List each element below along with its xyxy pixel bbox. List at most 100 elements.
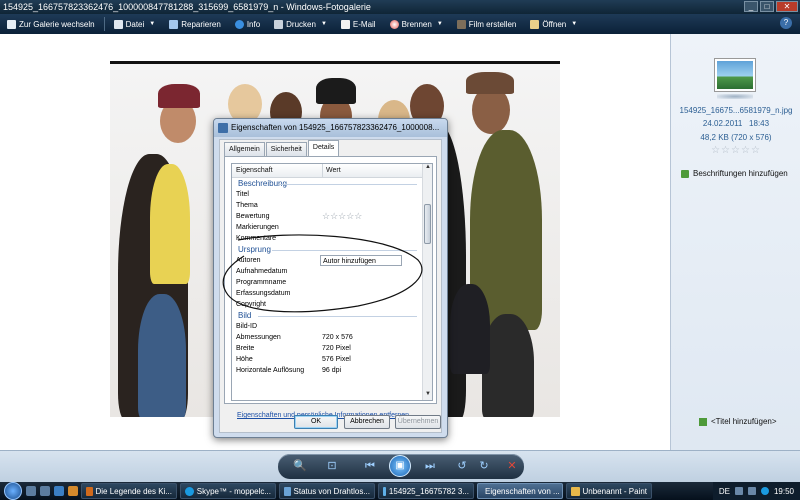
dialog-title-bar[interactable]: Eigenschaften von 154925_166757823362476… xyxy=(214,119,447,137)
taskbar-item-skype[interactable]: Skype™ - moppelc... xyxy=(180,483,276,499)
thumbnail-image[interactable] xyxy=(714,58,756,92)
section-rule xyxy=(278,184,417,185)
photo-hat xyxy=(316,78,356,104)
quicklaunch-media-icon[interactable] xyxy=(68,486,78,496)
taskbar-item-legende[interactable]: Die Legende des Ki... xyxy=(81,483,177,499)
taskbar-item-paint[interactable]: Unbenannt - Paint xyxy=(566,483,652,499)
quicklaunch-switch-icon[interactable] xyxy=(40,486,50,496)
chevron-down-icon: ▼ xyxy=(320,21,327,27)
next-icon[interactable]: ⏭ xyxy=(422,459,438,473)
property-row[interactable]: Höhe 576 Pixel xyxy=(232,354,423,365)
property-row[interactable]: Bewertung ☆☆☆☆☆ xyxy=(232,211,423,222)
property-row[interactable]: Horizontale Auflösung 96 dpi xyxy=(232,365,423,376)
close-button[interactable]: ✕ xyxy=(776,1,798,12)
property-row[interactable]: Breite 720 Pixel xyxy=(232,343,423,354)
dialog-title: Eigenschaften von 154925_166757823362476… xyxy=(231,123,440,132)
menu-info[interactable]: Info xyxy=(228,15,267,33)
section-header: Beschreibung xyxy=(232,178,423,189)
section-rule xyxy=(272,250,417,251)
system-tray: DE 19:50 xyxy=(712,482,800,500)
menu-film-erstellen[interactable]: Film erstellen xyxy=(450,15,524,33)
menu-info-label: Info xyxy=(246,19,261,29)
paint-icon xyxy=(571,486,580,496)
property-row[interactable]: Markierungen xyxy=(232,222,423,233)
skype-icon xyxy=(185,486,194,496)
properties-scrollbar[interactable]: ▲ ▼ xyxy=(422,164,432,400)
taskbar-item-wireless[interactable]: Status von Drahtlos... xyxy=(279,483,375,499)
property-row[interactable]: Abmessungen 720 x 576 xyxy=(232,332,423,343)
property-key: Titel xyxy=(236,191,249,198)
tray-network-icon[interactable] xyxy=(734,487,743,495)
property-key: Aufnahmedatum xyxy=(236,268,288,275)
previous-icon[interactable]: ⏮ xyxy=(362,459,378,473)
quicklaunch-browser-icon[interactable] xyxy=(54,486,64,496)
section-label: Ursprung xyxy=(238,245,271,254)
menu-drucken[interactable]: Drucken ▼ xyxy=(267,15,334,33)
clock[interactable]: 19:50 xyxy=(774,487,794,496)
property-row[interactable]: Aufnahmedatum xyxy=(232,266,423,277)
scroll-up-icon[interactable]: ▲ xyxy=(423,164,432,173)
photo-hat xyxy=(158,84,200,108)
menu-email[interactable]: E-Mail xyxy=(334,15,383,33)
rating-stars-field[interactable]: ☆☆☆☆☆ xyxy=(322,211,362,222)
slideshow-icon[interactable]: ▣ xyxy=(389,455,411,477)
tray-skype-icon[interactable] xyxy=(760,487,769,495)
window-title-bar: 154925_166757823362476_100000847781288_3… xyxy=(0,0,800,14)
photo-figure xyxy=(138,294,186,417)
taskbar-item-label: Skype™ - moppelc... xyxy=(196,486,271,496)
property-row[interactable]: Autoren Autor hinzufügen xyxy=(232,255,423,266)
property-key: Höhe xyxy=(236,356,253,363)
tab-sicherheit[interactable]: Sicherheit xyxy=(265,142,307,156)
column-header-value[interactable]: Wert xyxy=(322,164,341,178)
menu-reparieren-label: Reparieren xyxy=(181,19,221,29)
photo-gallery-icon xyxy=(383,486,386,496)
start-button[interactable] xyxy=(4,482,22,500)
taskbar: Die Legende des Ki... Skype™ - moppelc..… xyxy=(0,482,800,500)
property-row[interactable]: Copyright xyxy=(232,299,423,310)
add-tags-button[interactable]: Beschriftungen hinzufügen xyxy=(681,169,788,178)
delete-icon[interactable]: ✕ xyxy=(504,459,520,473)
taskbar-item-photo-gallery[interactable]: 154925_16675782 3... xyxy=(378,483,474,499)
property-row[interactable]: Thema xyxy=(232,200,423,211)
taskbar-item-label: Status von Drahtlos... xyxy=(293,486,370,496)
menu-oeffnen[interactable]: Öffnen ▼ xyxy=(523,15,584,33)
property-row[interactable]: Programmname xyxy=(232,277,423,288)
maximize-button[interactable]: □ xyxy=(760,1,774,12)
add-title-button[interactable]: <Titel hinzufügen> xyxy=(699,417,777,426)
taskbar-item-properties[interactable]: Eigenschaften von ... xyxy=(477,483,563,499)
fit-icon[interactable]: ⊡ xyxy=(324,459,340,473)
back-to-gallery-button[interactable]: Zur Galerie wechseln xyxy=(0,15,102,33)
zoom-icon[interactable]: 🔍 xyxy=(292,459,308,473)
help-button[interactable]: ? xyxy=(780,17,792,29)
menu-reparieren[interactable]: Reparieren xyxy=(162,15,228,33)
apply-button[interactable]: Übernehmen xyxy=(395,415,441,429)
property-row[interactable]: Titel xyxy=(232,189,423,200)
file-time: 18:43 xyxy=(749,119,770,128)
photo-figure xyxy=(450,284,490,374)
rotate-left-icon[interactable]: ↺ xyxy=(454,459,470,473)
menu-brennen[interactable]: Brennen ▼ xyxy=(383,15,450,33)
property-row[interactable]: Kommentare xyxy=(232,233,423,244)
tray-volume-icon[interactable] xyxy=(747,487,756,495)
cancel-button[interactable]: Abbrechen xyxy=(344,415,390,429)
scroll-down-icon[interactable]: ▼ xyxy=(423,391,432,400)
rotate-right-icon[interactable]: ↻ xyxy=(476,459,492,473)
author-input[interactable]: Autor hinzufügen xyxy=(320,255,402,266)
scroll-thumb[interactable] xyxy=(424,204,431,244)
property-key: Thema xyxy=(236,202,258,209)
file-datetime: 24.02.2011 18:43 xyxy=(671,119,800,128)
playback-controls-area: 🔍 ⊡ ⏮ ▣ ⏭ ↺ ↻ ✕ xyxy=(0,450,800,482)
quicklaunch-desktop-icon[interactable] xyxy=(26,486,36,496)
property-key: Bewertung xyxy=(236,213,270,220)
minimize-button[interactable]: _ xyxy=(744,1,758,12)
column-header-property[interactable]: Eigenschaft xyxy=(236,164,273,178)
tab-allgemein[interactable]: Allgemein xyxy=(224,142,265,156)
ok-button[interactable]: OK xyxy=(294,415,338,429)
menu-datei-label: Datei xyxy=(125,19,145,29)
property-row[interactable]: Bild-ID xyxy=(232,321,423,332)
property-row[interactable]: Erfassungsdatum xyxy=(232,288,423,299)
rating-stars[interactable]: ☆☆☆☆☆ xyxy=(671,145,800,156)
menu-datei[interactable]: Datei ▼ xyxy=(107,15,163,33)
language-indicator[interactable]: DE xyxy=(719,487,730,496)
tab-details[interactable]: Details xyxy=(307,140,340,156)
